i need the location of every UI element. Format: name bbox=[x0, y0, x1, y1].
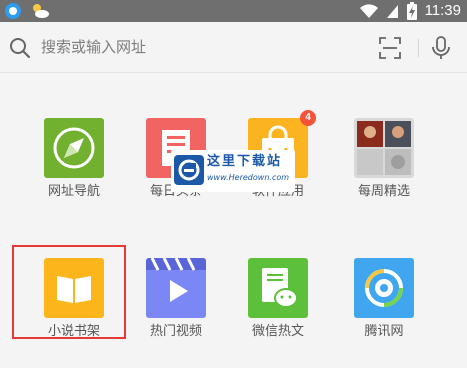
search-input[interactable]: 搜索或输入网址 bbox=[41, 36, 146, 58]
grid-item-novels[interactable]: 小说书架 bbox=[24, 258, 124, 368]
search-divider bbox=[418, 39, 419, 57]
grid-item-label: 网址导航 bbox=[47, 184, 100, 199]
watermark-overlay: 这里下载站 www.Heredown.com bbox=[171, 150, 295, 192]
grid-item-label: 每周精选 bbox=[357, 184, 410, 199]
battery-charging-icon bbox=[406, 2, 417, 20]
search-icon[interactable] bbox=[9, 37, 31, 59]
photo-collage-icon[interactable] bbox=[354, 118, 414, 178]
grid-item-label: 小说书架 bbox=[47, 324, 100, 339]
clock: 11:39 bbox=[424, 2, 461, 19]
grid-item-videos[interactable]: 热门视频 bbox=[126, 258, 226, 368]
circle-app-icon bbox=[5, 3, 21, 19]
grid-item-label: 微信热文 bbox=[251, 324, 304, 339]
search-bar[interactable]: 搜索或输入网址 bbox=[0, 24, 467, 73]
status-bar: 11:39 bbox=[0, 0, 467, 22]
signal-icon bbox=[386, 5, 398, 18]
wifi-icon bbox=[359, 4, 378, 18]
video-icon[interactable] bbox=[146, 258, 206, 318]
microphone-icon[interactable] bbox=[431, 36, 451, 60]
grid-item-label: 腾讯网 bbox=[364, 324, 404, 339]
grid-item-nav[interactable]: 网址导航 bbox=[24, 118, 124, 228]
grid-item-wechat[interactable]: 微信热文 bbox=[228, 258, 328, 368]
wechat-article-icon[interactable] bbox=[248, 258, 308, 318]
grid-item-label: 热门视频 bbox=[149, 324, 202, 339]
weather-icon bbox=[33, 4, 49, 18]
watermark-title: 这里下载站 bbox=[207, 154, 283, 169]
watermark-logo bbox=[174, 155, 204, 185]
grid-item-tencent[interactable]: 腾讯网 bbox=[334, 258, 434, 368]
watermark-url: www.Heredown.com bbox=[207, 173, 290, 182]
grid-item-weekly[interactable]: 每周精选 bbox=[334, 118, 434, 228]
book-icon[interactable] bbox=[44, 258, 104, 318]
scan-icon[interactable] bbox=[379, 37, 401, 59]
compass-icon[interactable] bbox=[44, 118, 104, 178]
tencent-icon[interactable] bbox=[354, 258, 414, 318]
notification-badge: 4 bbox=[300, 110, 316, 126]
